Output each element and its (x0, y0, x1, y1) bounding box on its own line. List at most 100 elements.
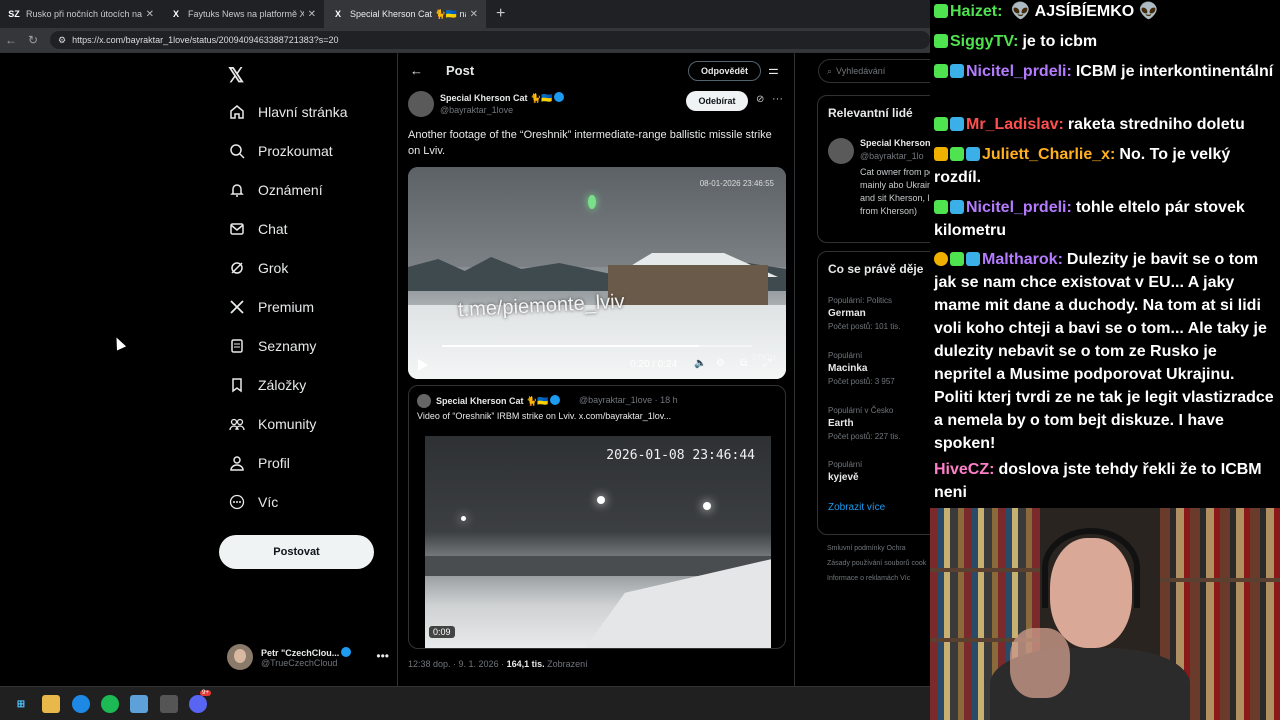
video-progress-bar[interactable] (442, 345, 752, 347)
chat-text: ICBM je interkontinentální (1075, 63, 1274, 80)
sidebar-item-explore[interactable]: Prozkoumat (228, 137, 333, 165)
chat-username: Haizet: (950, 3, 1003, 20)
browser-tab-active[interactable]: X Special Kherson Cat 🐈🇺🇦 na platf ✕ (324, 0, 486, 28)
sidebar-item-profile[interactable]: Profil (228, 449, 290, 477)
communities-icon (228, 415, 246, 433)
main-column: ← Post Odpovědět ⚌ Special Kherson Cat 🐈… (397, 53, 795, 687)
grok-icon[interactable]: ⊘ (756, 94, 764, 105)
settings-gear-icon[interactable]: ⚙ (716, 358, 725, 369)
volume-icon[interactable]: 🔈 (694, 358, 706, 369)
trend-item[interactable]: Populární kyjevě (828, 460, 930, 483)
account-switcher[interactable]: Petr "CzechClou... @TrueCzechCloud ••• (227, 641, 389, 673)
sidebar-item-label: Víc (258, 494, 279, 510)
footer-link[interactable]: Zásady používání souborů cook (827, 556, 930, 571)
sidebar-item-chat[interactable]: Chat (228, 215, 288, 243)
more-options-icon[interactable]: ••• (376, 649, 389, 663)
avatar[interactable] (828, 138, 854, 164)
sidebar-item-label: Komunity (258, 416, 317, 432)
back-arrow-icon[interactable]: ← (410, 63, 423, 78)
settings-sliders-icon[interactable]: ⚌ (768, 63, 779, 77)
calculator-icon[interactable] (160, 695, 178, 713)
author-name[interactable]: Special Kherson Cat 🐈🇺🇦 (440, 93, 552, 103)
video-timestamp: 08-01-2026 23:46:55 (699, 179, 774, 188)
verified-badge-icon (550, 395, 561, 405)
post-button[interactable]: Postovat (219, 535, 374, 569)
search-input[interactable]: ⌕ Vyhledávání (818, 59, 930, 83)
avatar[interactable] (408, 91, 434, 117)
sidebar-item-label: Oznámení (258, 182, 323, 198)
sub-badge-icon (950, 147, 964, 161)
sub-badge-icon (934, 117, 948, 131)
trend-category: Populární (828, 460, 863, 469)
play-icon[interactable] (418, 359, 428, 371)
footer-link[interactable]: Smluvní podmínky Ochra (827, 541, 930, 556)
author-handle[interactable]: @bayraktar_1love (440, 105, 513, 115)
shelf (1160, 578, 1280, 582)
post-timestamp[interactable]: 12:38 dop. · 9. 1. 2026 · (408, 659, 507, 669)
follow-button[interactable]: Odebírat (686, 91, 748, 111)
new-tab-button[interactable]: + (486, 5, 515, 23)
quote-video[interactable]: 2026-01-08 23:46:44 0:09 (425, 436, 771, 648)
person-handle: @bayraktar_1lo (860, 151, 924, 161)
discord-icon[interactable] (189, 695, 207, 713)
file-explorer-icon[interactable] (42, 695, 60, 713)
trend-title: Earth (828, 418, 854, 429)
reload-icon[interactable]: ↻ (22, 33, 44, 47)
trend-title: kyjevě (828, 472, 859, 483)
quoted-post[interactable]: Special Kherson Cat 🐈🇺🇦 @bayraktar_1love… (408, 385, 786, 649)
reply-button[interactable]: Odpovědět (688, 61, 761, 81)
tab-close-icon[interactable]: ✕ (470, 9, 478, 20)
show-more-link[interactable]: Zobrazit více (828, 502, 885, 513)
sub-badge-icon (934, 4, 948, 18)
trend-category: Populární v Česko (828, 406, 894, 415)
url-text: https://x.com/bayraktar_1love/status/200… (72, 35, 339, 45)
person-name[interactable]: Special Kherson (860, 138, 930, 148)
trend-title: Macinka (828, 363, 868, 374)
chat-text: 👽 AJSÍBÍEMKO 👽 (1006, 3, 1159, 20)
notepad-icon[interactable] (130, 695, 148, 713)
headset (1042, 528, 1140, 608)
back-arrow-icon[interactable]: ← (0, 33, 22, 47)
sidebar-item-premium[interactable]: Premium (228, 293, 314, 321)
video-time: 0:20 / 0:24 (630, 359, 678, 370)
bookmark-icon (228, 376, 246, 394)
sidebar-item-home[interactable]: Hlavní stránka (228, 98, 347, 126)
tab-favicon: X (334, 9, 341, 19)
site-info-icon[interactable]: ⚙ (58, 35, 66, 46)
tab-close-icon[interactable]: ✕ (308, 9, 316, 20)
sidebar-item-notifications[interactable]: Oznámení (228, 176, 323, 204)
windows-start-icon[interactable]: ⊞ (12, 695, 30, 713)
browser-tab[interactable]: X Faytuks News na platformě X: „Fo ✕ (162, 0, 324, 28)
tab-close-icon[interactable]: ✕ (146, 9, 154, 20)
more-options-icon[interactable]: ··· (772, 93, 783, 105)
sidebar-nav: 𝕏 Hlavní stránka Prozkoumat Oznámení Cha… (219, 53, 396, 687)
sidebar-item-grok[interactable]: Grok (228, 254, 288, 282)
sidebar-item-label: Prozkoumat (258, 143, 333, 159)
page-title: Post (446, 63, 475, 78)
sidebar-item-lists[interactable]: Seznamy (228, 332, 316, 360)
chat-username: SiggyTV: (950, 33, 1019, 50)
video-progress-fill (442, 345, 700, 347)
url-field[interactable]: ⚙ https://x.com/bayraktar_1love/status/2… (50, 31, 930, 49)
trend-item[interactable]: Populární: Politics German Počet postů: … (828, 296, 930, 331)
sidebar-item-label: Chat (258, 221, 288, 237)
video-player[interactable]: 08-01-2026 23:46:55 t.me/piemonte_lviv i… (408, 167, 786, 379)
spotify-icon[interactable] (101, 695, 119, 713)
trend-category: Populární: Politics (828, 296, 893, 305)
fullscreen-icon[interactable]: ⤢ (763, 358, 771, 369)
x-logo-icon[interactable]: 𝕏 (228, 63, 244, 88)
edge-icon[interactable] (72, 695, 90, 713)
crown-badge-icon (934, 147, 948, 161)
video-frame-house (608, 265, 768, 305)
sidebar-item-more[interactable]: Víc (228, 488, 278, 516)
footer-link[interactable]: Informace o reklamách Víc (827, 571, 930, 586)
trend-item[interactable]: Populární v Česko Earth Počet postů: 227… (828, 406, 930, 441)
panel-title: Co se právě děje (828, 262, 924, 276)
sidebar-item-bookmarks[interactable]: Záložky (228, 371, 306, 399)
picture-in-picture-icon[interactable]: ⧉ (740, 358, 747, 369)
chat-text: je to icbm (1022, 33, 1098, 50)
chat-message: Mr_Ladislav: raketa stredniho doletu (934, 113, 1276, 136)
trend-item[interactable]: Populární Macinka Počet postů: 3 957 (828, 351, 930, 386)
sidebar-item-communities[interactable]: Komunity (228, 410, 316, 438)
browser-tab[interactable]: SZ Rusko při nočních útocích na Ukra ✕ (0, 0, 162, 28)
